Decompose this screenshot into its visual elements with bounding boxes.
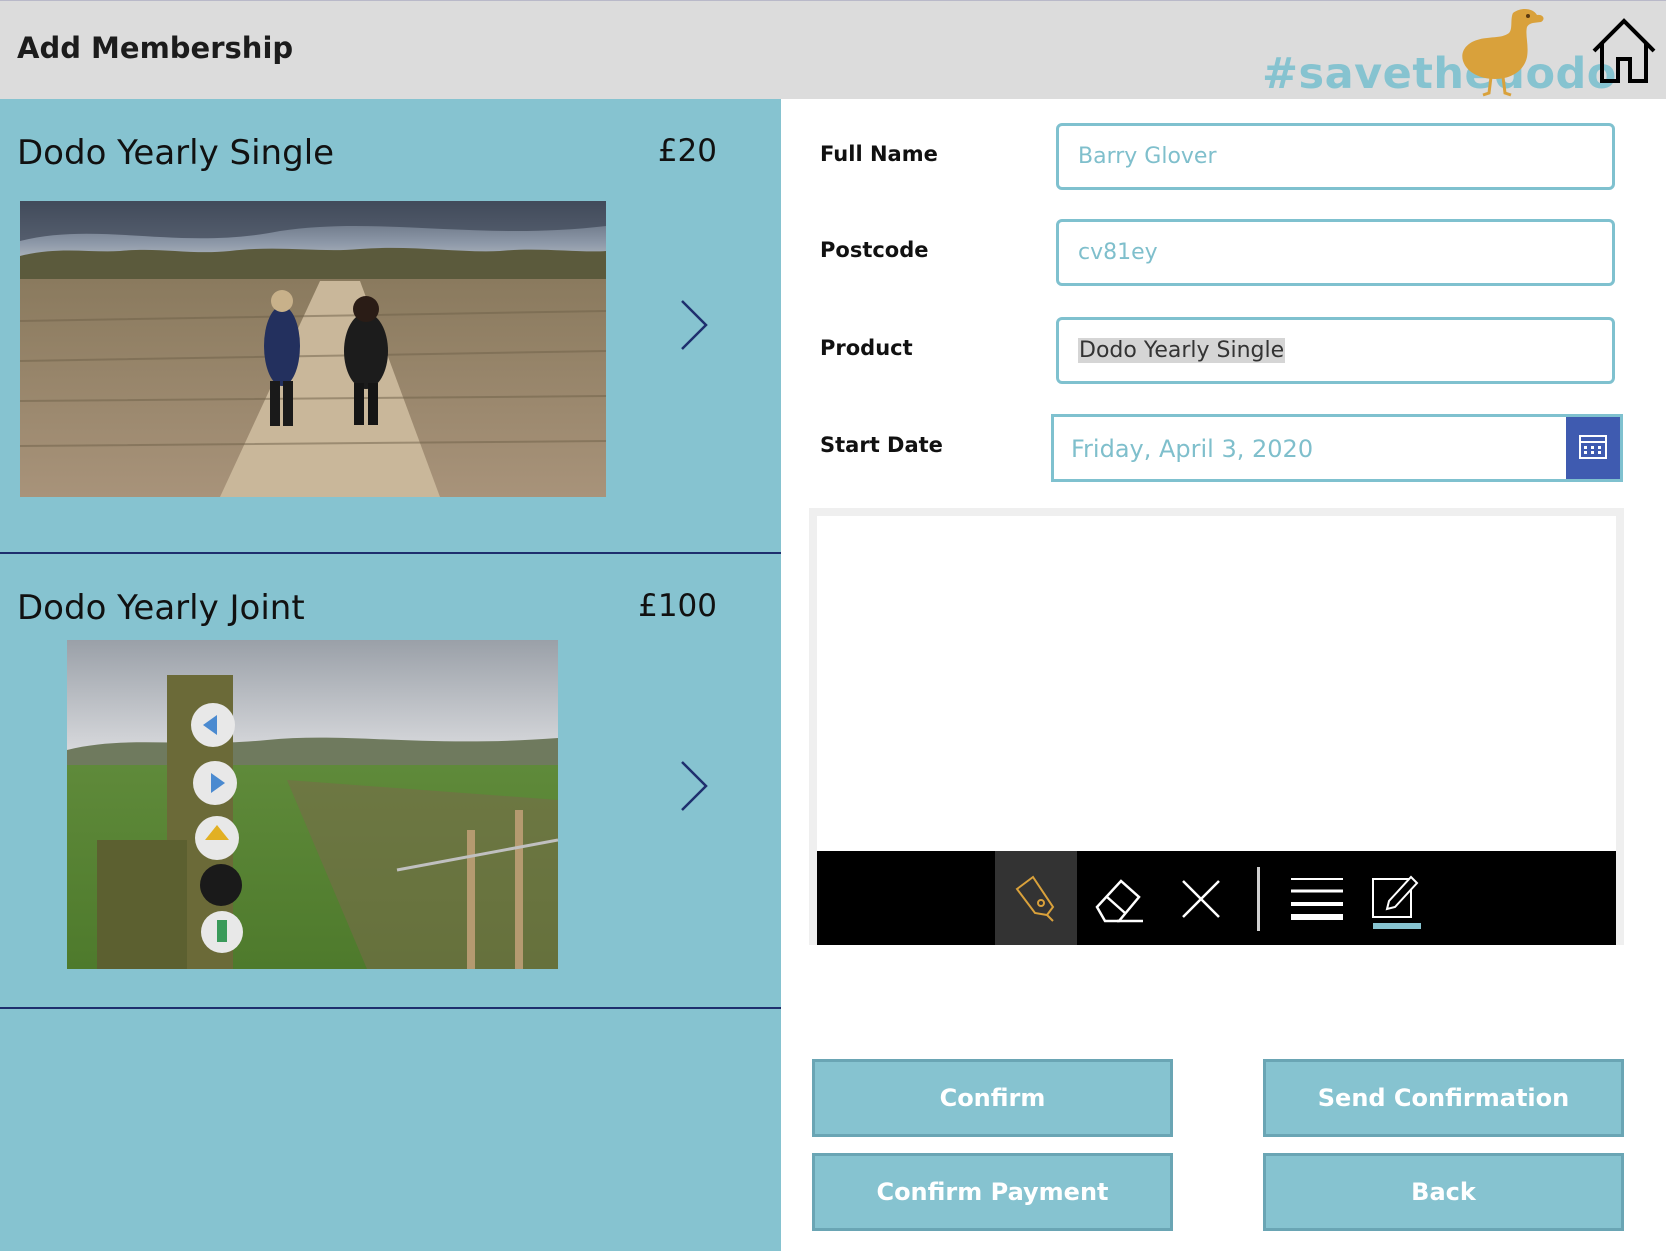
product-field[interactable]: Dodo Yearly Single [1056, 317, 1615, 384]
chevron-right-icon[interactable] [672, 756, 716, 816]
membership-price: £20 [657, 133, 717, 169]
app-screen: Add Membership #savethedodo Dodo Yearly … [0, 0, 1666, 1251]
chevron-right-icon[interactable] [672, 295, 716, 355]
back-button[interactable]: Back [1263, 1153, 1624, 1231]
dodo-bird-icon [1462, 9, 1544, 97]
pen-tool-button[interactable] [995, 851, 1077, 945]
color-icon [1372, 875, 1421, 929]
thickness-icon [1291, 878, 1343, 920]
color-tool-button[interactable] [1359, 851, 1441, 945]
product-value: Dodo Yearly Single [1078, 338, 1286, 363]
postcode-field[interactable]: cv81ey [1056, 219, 1615, 286]
send-confirmation-button[interactable]: Send Confirmation [1263, 1059, 1624, 1137]
membership-name: Dodo Yearly Joint [17, 588, 305, 628]
hashtag-text: #savethedodo [1262, 49, 1617, 99]
calendar-button[interactable] [1566, 417, 1620, 479]
product-label: Product [820, 336, 913, 360]
membership-price: £100 [638, 588, 717, 624]
membership-gallery: Dodo Yearly Single £20 Dodo Yearly Joint… [0, 99, 781, 1251]
full-name-label: Full Name [820, 142, 938, 166]
eraser-icon [1095, 879, 1143, 923]
pen-toolbar [817, 851, 1616, 945]
thickness-tool-button[interactable] [1277, 851, 1359, 945]
pen-icon [1015, 875, 1055, 922]
calendar-icon [1579, 435, 1607, 459]
full-name-field[interactable]: Barry Glover [1056, 123, 1615, 190]
home-icon [1592, 18, 1656, 83]
home-button[interactable] [1588, 15, 1660, 87]
membership-name: Dodo Yearly Single [17, 133, 335, 173]
confirm-button[interactable]: Confirm [812, 1059, 1173, 1137]
start-date-label: Start Date [820, 433, 943, 457]
clear-tool-button[interactable] [1159, 851, 1241, 945]
confirm-payment-button[interactable]: Confirm Payment [812, 1153, 1173, 1231]
pen-input [809, 508, 1624, 945]
gallery-item[interactable]: Dodo Yearly Single £20 [0, 99, 781, 554]
toolbar-divider [1257, 867, 1260, 931]
signature-canvas[interactable] [817, 516, 1616, 851]
eraser-tool-button[interactable] [1077, 851, 1159, 945]
gallery-item[interactable]: Dodo Yearly Joint £100 [0, 554, 781, 1009]
full-name-value: Barry Glover [1078, 144, 1217, 169]
postcode-value: cv81ey [1078, 240, 1158, 265]
clear-icon [1182, 880, 1220, 918]
start-date-picker[interactable]: Friday, April 3, 2020 [1051, 414, 1623, 482]
header-bar: Add Membership #savethedodo [0, 0, 1666, 99]
postcode-label: Postcode [820, 238, 929, 262]
page-title: Add Membership [17, 31, 294, 65]
start-date-value: Friday, April 3, 2020 [1071, 435, 1314, 463]
membership-photo-field-walk [20, 201, 606, 497]
membership-photo-footpath-post [67, 640, 558, 969]
